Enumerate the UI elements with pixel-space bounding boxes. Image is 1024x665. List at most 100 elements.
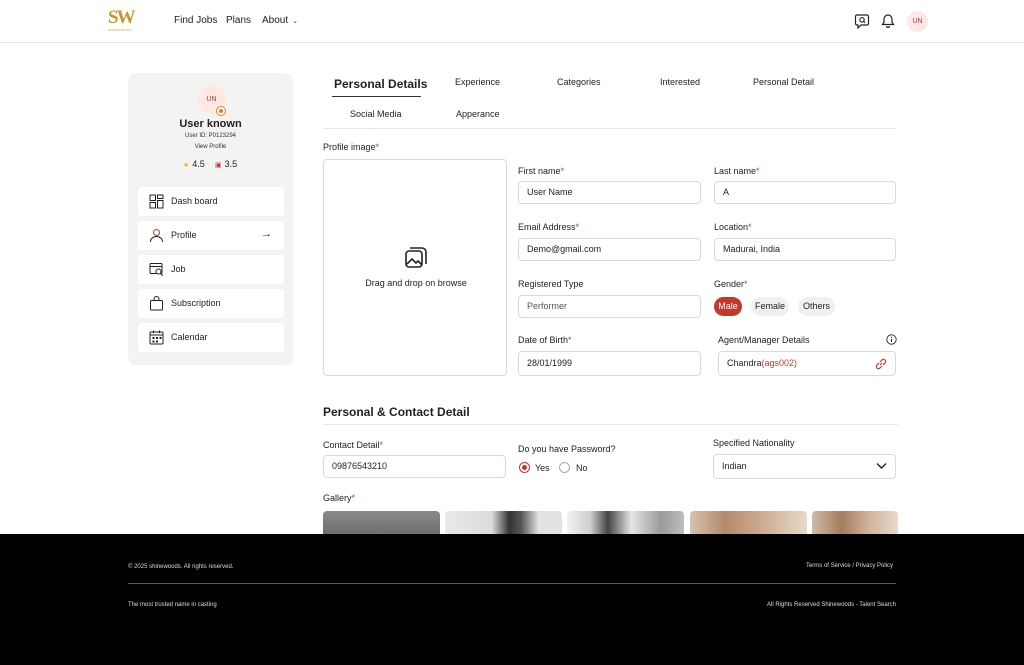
nationality-select[interactable]: Indian xyxy=(713,454,896,479)
gender-others-chip[interactable]: Others xyxy=(798,297,835,316)
sidebar-item-label: Profile xyxy=(171,230,197,240)
bell-icon[interactable] xyxy=(880,13,896,29)
location-label-text: Location xyxy=(714,222,749,232)
image-dropzone[interactable]: Drag and drop on browse xyxy=(323,159,507,376)
profile-sidebar: UN User known User ID: P0123294 View Pro… xyxy=(128,73,293,365)
gender-female-chip[interactable]: Female xyxy=(751,297,789,316)
sidebar-item-subscription[interactable]: Subscription xyxy=(138,289,284,318)
gallery-image[interactable] xyxy=(690,511,807,534)
required-mark: * xyxy=(379,440,384,450)
job-search-icon xyxy=(149,263,164,277)
sidebar-item-label: Job xyxy=(171,264,186,274)
first-name-label-text: First name xyxy=(518,166,561,176)
last-name-label: Last name* xyxy=(714,166,760,176)
location-label: Location* xyxy=(714,222,752,232)
sidebar-item-label: Calendar xyxy=(171,332,208,342)
tab-experience[interactable]: Experience xyxy=(455,77,500,87)
rating-cup: ▣ 3.5 xyxy=(215,159,237,169)
footer-copyright: © 2025 shinewoods. All rights reserved. xyxy=(128,564,234,570)
gallery-image[interactable] xyxy=(323,511,440,534)
arrow-right-icon: → xyxy=(261,228,272,240)
contact-detail-input[interactable]: 09876543210 xyxy=(323,455,506,478)
sidebar-item-label: Subscription xyxy=(171,298,221,308)
location-input[interactable]: Madurai, India xyxy=(714,238,896,261)
image-upload-icon xyxy=(405,247,427,268)
agent-code: (ags002) xyxy=(761,358,798,368)
gallery-image[interactable] xyxy=(445,511,562,534)
tab-apperance[interactable]: Apperance xyxy=(456,109,500,119)
verified-badge-icon xyxy=(216,106,226,116)
shinewoods-logo[interactable]: SW SHINEWOODS xyxy=(108,7,144,32)
footer-tagline: The most trusted name in casting xyxy=(128,602,217,608)
nav-about[interactable]: About ⌄ xyxy=(262,15,298,26)
profile-image-label-text: Profile image xyxy=(323,142,376,152)
nav-find-jobs[interactable]: Find Jobs xyxy=(174,15,217,26)
gallery-label-text: Gallery xyxy=(323,493,352,503)
agent-input[interactable]: Chandra(ags002) xyxy=(718,351,896,376)
footer-terms-link[interactable]: Terms of Service / Privacy Policy xyxy=(806,563,893,569)
logo-mark: SW xyxy=(108,7,136,28)
sidebar-item-dashboard[interactable]: Dash board xyxy=(138,187,284,216)
gender-male-chip[interactable]: Male xyxy=(714,297,742,316)
user-icon xyxy=(150,229,163,243)
gallery-image[interactable] xyxy=(567,511,684,534)
sidebar-item-profile[interactable]: Profile → xyxy=(138,221,284,250)
agent-name: Chandra xyxy=(727,358,762,368)
bag-icon xyxy=(150,296,163,311)
profile-image-label: Profile image* xyxy=(323,142,379,152)
star-icon: ★ xyxy=(183,162,190,169)
user-id: User ID: P0123294 xyxy=(184,133,237,139)
rating-star: ★ 4.5 xyxy=(183,159,205,169)
nav-plans[interactable]: Plans xyxy=(226,15,251,26)
nationality-value: Indian xyxy=(722,461,747,471)
password-yes-radio[interactable] xyxy=(519,462,530,473)
trophy-icon: ▣ xyxy=(215,162,222,169)
contact-detail-label: Contact Detail* xyxy=(323,440,383,450)
gender-label-text: Gender xyxy=(714,279,745,289)
tab-personal-details[interactable]: Personal Details xyxy=(334,77,427,91)
sidebar-item-calendar[interactable]: Calendar xyxy=(138,323,284,352)
header-avatar[interactable]: UN xyxy=(907,11,928,32)
footer-rights: All Rights Reserved Shinewoods - Talent … xyxy=(767,602,896,608)
email-label-text: Email Address xyxy=(518,222,576,232)
dropzone-text: Drag and drop on browse xyxy=(365,278,467,288)
contact-section-divider xyxy=(323,424,898,425)
nav-about-label: About xyxy=(262,15,289,26)
link-icon[interactable] xyxy=(874,357,888,371)
rating-star-value: 4.5 xyxy=(192,159,205,169)
contact-section-title: Personal & Contact Detail xyxy=(323,405,470,419)
tab-interested[interactable]: Interested xyxy=(660,77,700,87)
tab-personal-detail[interactable]: Personal Detail xyxy=(753,77,814,87)
gender-label: Gender* xyxy=(714,279,748,289)
sidebar-item-job[interactable]: Job xyxy=(138,255,284,284)
tab-categories[interactable]: Categories xyxy=(557,77,601,87)
active-tab-underline xyxy=(332,96,421,97)
email-input[interactable]: Demo@gmail.com xyxy=(518,238,701,261)
first-name-label: First name* xyxy=(518,166,564,176)
footer-divider xyxy=(128,583,896,584)
tabs-divider xyxy=(323,128,896,129)
password-yes-label: Yes xyxy=(535,463,550,473)
tab-social-media[interactable]: Social Media xyxy=(350,109,402,119)
chat-search-icon[interactable] xyxy=(854,13,870,29)
required-mark: * xyxy=(568,335,572,345)
chevron-down-icon xyxy=(876,463,887,469)
password-no-radio[interactable] xyxy=(559,462,570,473)
password-question: Do you have Password? xyxy=(518,444,616,454)
first-name-input[interactable]: User Name xyxy=(518,181,701,204)
required-mark: * xyxy=(575,222,580,232)
registered-type-input[interactable]: Performer xyxy=(518,295,701,318)
top-header: SW SHINEWOODS Find Jobs Plans About ⌄ UN xyxy=(0,0,1024,43)
gallery-image[interactable] xyxy=(812,511,898,534)
info-icon[interactable] xyxy=(886,334,897,345)
dob-input[interactable]: 28/01/1999 xyxy=(518,351,701,376)
view-profile-link[interactable]: View Profile xyxy=(128,144,293,150)
required-mark: * xyxy=(748,222,752,232)
nationality-label: Specified Nationality xyxy=(713,438,795,448)
last-name-input[interactable]: A xyxy=(714,181,896,204)
required-mark: * xyxy=(744,279,748,289)
required-mark: * xyxy=(756,166,760,176)
chevron-down-icon: ⌄ xyxy=(292,18,299,25)
site-footer: © 2025 shinewoods. All rights reserved. … xyxy=(0,534,1024,665)
logo-subtext: SHINEWOODS xyxy=(108,28,132,32)
